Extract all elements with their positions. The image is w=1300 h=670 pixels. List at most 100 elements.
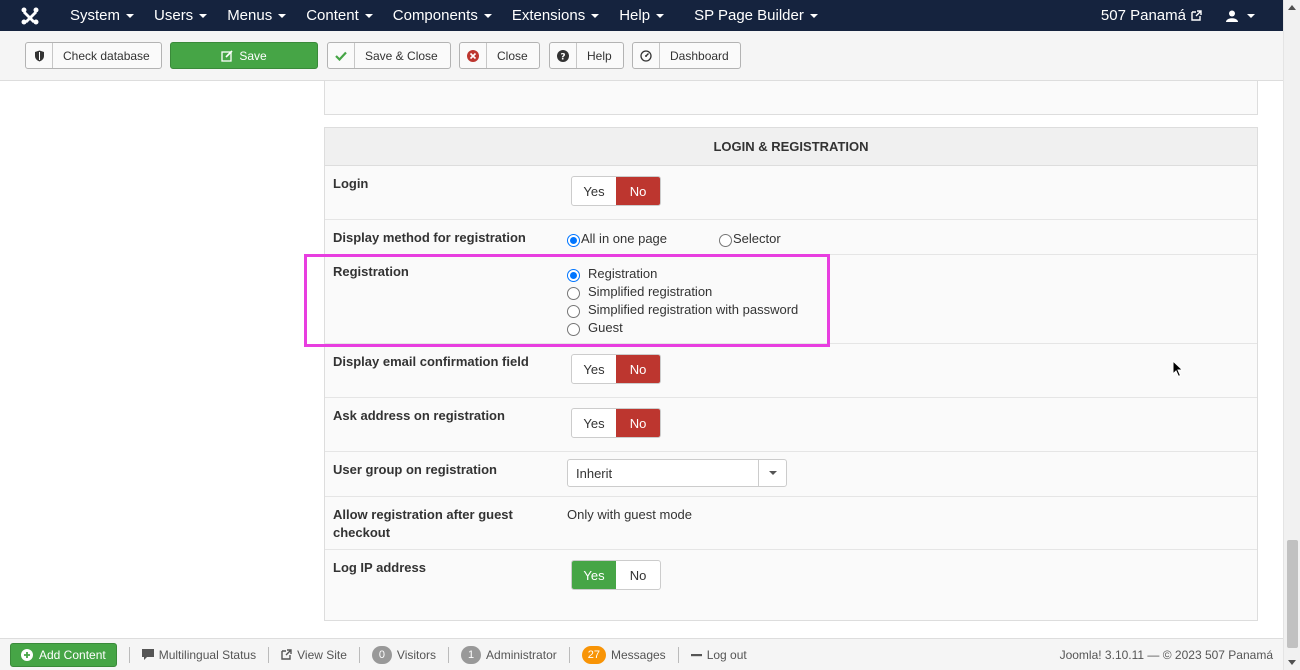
link-label: Visitors: [396, 647, 437, 662]
menu-help[interactable]: Help: [609, 0, 674, 31]
check-icon: [328, 43, 355, 68]
email-confirmation-no-button[interactable]: No: [616, 355, 660, 383]
menu-label: Help: [619, 7, 651, 24]
status-bar: Add Content Multilingual Status View Sit…: [0, 638, 1283, 670]
logout-link[interactable]: Log out: [690, 648, 747, 662]
page-scrollbar[interactable]: [1283, 0, 1300, 670]
radio-registration[interactable]: Registration: [567, 264, 798, 282]
user-icon: [1226, 10, 1238, 22]
button-label: Add Content: [39, 647, 106, 662]
user-menu[interactable]: [1214, 10, 1283, 22]
save-close-button[interactable]: Save & Close: [327, 42, 451, 69]
email-confirmation-yes-button[interactable]: Yes: [572, 355, 616, 383]
row-user-group: User group on registration Inherit: [325, 452, 1257, 497]
question-circle-icon: ?: [550, 43, 577, 68]
ask-address-no-button[interactable]: No: [616, 409, 660, 437]
ask-address-yes-button[interactable]: Yes: [572, 409, 616, 437]
registration-label: Registration: [333, 264, 409, 279]
top-navbar: System Users Menus Content Components Ex…: [0, 0, 1283, 31]
radio-guest[interactable]: Guest: [567, 318, 798, 336]
radio-button[interactable]: [567, 322, 580, 336]
close-circle-icon: [460, 43, 487, 68]
radio-button[interactable]: [567, 286, 580, 300]
menu-sp-page-builder[interactable]: SP Page Builder: [684, 0, 828, 31]
allow-after-guest-value: Only with guest mode: [567, 507, 693, 522]
label-line: Allow registration after guest: [333, 507, 513, 522]
close-button[interactable]: Close: [459, 42, 540, 69]
divider: [568, 646, 570, 663]
radio-simplified-registration-password[interactable]: Simplified registration with password: [567, 300, 798, 318]
link-label: Messages: [610, 647, 666, 662]
scroll-down-icon[interactable]: [1288, 660, 1296, 665]
menu-components[interactable]: Components: [383, 0, 502, 31]
view-site-link[interactable]: View Site: [281, 648, 347, 662]
caret-down-icon: [199, 13, 208, 18]
link-label: View Site: [297, 647, 347, 662]
link-label: Multilingual Status: [158, 647, 257, 662]
menu-content[interactable]: Content: [296, 0, 383, 31]
visitors-link[interactable]: 0 Visitors: [371, 645, 437, 664]
radio-button[interactable]: [567, 233, 580, 247]
help-button[interactable]: ? Help: [549, 42, 624, 69]
ask-address-label: Ask address on registration: [333, 408, 505, 423]
scrollbar-thumb[interactable]: [1287, 540, 1298, 648]
button-label: Save: [239, 48, 267, 63]
visitors-badge: 0: [371, 645, 392, 664]
user-group-select[interactable]: Inherit: [567, 459, 787, 487]
administrator-link[interactable]: 1 Administrator: [461, 645, 557, 664]
caret-down-icon: [483, 13, 492, 18]
dashboard-button[interactable]: Dashboard: [632, 42, 741, 69]
radio-button[interactable]: [567, 268, 580, 282]
menu-label: Content: [306, 7, 359, 24]
multilingual-status-link[interactable]: Multilingual Status: [141, 647, 257, 662]
check-database-button[interactable]: Check database: [25, 42, 162, 69]
menu-users[interactable]: Users: [144, 0, 217, 31]
button-label: Close: [497, 48, 528, 63]
menu-system[interactable]: System: [60, 0, 144, 31]
caret-down-icon: [1247, 13, 1255, 18]
log-ip-no-button[interactable]: No: [616, 561, 660, 589]
comment-icon: [141, 649, 154, 660]
radio-label: Simplified registration with password: [588, 301, 799, 317]
svg-text:?: ?: [560, 52, 565, 62]
log-ip-label: Log IP address: [333, 560, 426, 575]
menu-label: Components: [392, 7, 478, 24]
radio-simplified-registration[interactable]: Simplified registration: [567, 282, 798, 300]
login-yes-button[interactable]: Yes: [572, 177, 616, 205]
radio-all-in-one-page[interactable]: All in one page: [567, 229, 719, 247]
shield-icon: [26, 43, 53, 68]
divider: [268, 646, 270, 663]
radio-label: Guest: [588, 319, 623, 335]
log-ip-yes-button[interactable]: Yes: [572, 561, 616, 589]
radio-button[interactable]: [719, 233, 732, 247]
caret-down-icon[interactable]: [758, 460, 786, 486]
log-ip-toggle: Yes No: [571, 560, 661, 590]
login-no-button[interactable]: No: [616, 177, 660, 205]
divider: [358, 646, 360, 663]
radio-label: All in one page: [581, 230, 668, 246]
menu-label: Menus: [227, 7, 273, 24]
dashboard-icon: [633, 43, 660, 68]
caret-down-icon: [364, 13, 373, 18]
add-content-button[interactable]: Add Content: [10, 642, 117, 667]
row-login: Login Yes No: [325, 166, 1257, 220]
radio-button[interactable]: [567, 304, 580, 318]
joomla-logo-icon[interactable]: [0, 0, 60, 31]
scroll-up-icon[interactable]: [1288, 5, 1296, 10]
site-link[interactable]: 507 Panamá: [1089, 7, 1214, 24]
radio-selector[interactable]: Selector: [719, 229, 781, 247]
allow-after-guest-label: Allow registration after guest checkout: [333, 506, 513, 542]
minus-icon: [690, 653, 702, 656]
divider: [128, 646, 130, 663]
save-button[interactable]: Save: [170, 42, 318, 69]
button-label: Check database: [63, 48, 150, 63]
row-log-ip: Log IP address Yes No: [325, 550, 1257, 620]
ask-address-toggle: Yes No: [571, 408, 661, 438]
messages-link[interactable]: 27 Messages: [581, 645, 666, 664]
copyright-text: Joomla! 3.10.11 — © 2023 507 Panamá: [1059, 647, 1273, 662]
menu-extensions[interactable]: Extensions: [502, 0, 609, 31]
radio-label: Simplified registration: [588, 283, 713, 299]
messages-badge: 27: [581, 645, 606, 664]
menu-menus[interactable]: Menus: [217, 0, 296, 31]
external-link-icon: [281, 649, 292, 660]
